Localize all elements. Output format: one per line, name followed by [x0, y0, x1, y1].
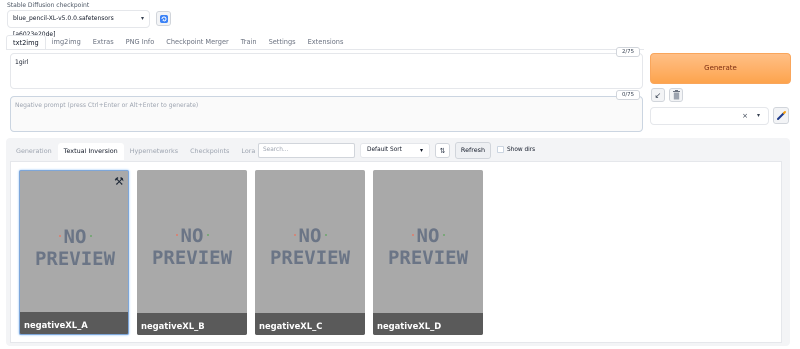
tab-textual-inversion[interactable]: Textual Inversion — [57, 143, 124, 160]
tab-img2img[interactable]: img2img — [46, 35, 87, 50]
refresh-icon — [159, 14, 168, 23]
arrow-down-left-icon: ↙ — [654, 90, 662, 100]
positive-prompt-input[interactable]: 1girl — [10, 53, 643, 89]
tab-train[interactable]: Train — [235, 35, 263, 50]
card-negativexl-c[interactable]: NO PREVIEW negativeXL_C — [255, 170, 365, 335]
card-negativexl-a[interactable]: ⚒ NO PREVIEW negativeXL_A — [19, 170, 129, 335]
tab-extensions[interactable]: Extensions — [302, 35, 350, 50]
show-dirs-checkbox[interactable]: Show dirs — [497, 146, 535, 153]
no-preview-placeholder: NO PREVIEW — [269, 225, 351, 269]
sort-arrows-icon: ⇅ — [439, 146, 446, 155]
chevron-down-icon: ▾ — [140, 15, 144, 22]
positive-prompt-text: 1girl — [15, 59, 29, 66]
card-name: negativeXL_D — [377, 321, 442, 331]
tab-hypernetworks[interactable]: Hypernetworks — [124, 143, 184, 160]
clear-icon[interactable]: × — [742, 112, 748, 120]
tab-checkpoint-merger[interactable]: Checkpoint Merger — [160, 35, 235, 50]
checkpoint-select[interactable]: blue_pencil-XL-v5.0.0.safetensors [a6023… — [7, 10, 150, 38]
tab-checkpoints[interactable]: Checkpoints — [184, 143, 235, 160]
card-name: negativeXL_C — [259, 321, 323, 331]
edit-styles-button[interactable] — [773, 107, 789, 124]
negative-prompt-placeholder: Negative prompt (press Ctrl+Enter or Alt… — [15, 102, 199, 109]
no-preview-placeholder: NO PREVIEW — [387, 225, 469, 269]
tab-png-info[interactable]: PNG Info — [120, 35, 161, 50]
read-params-button[interactable]: ↙ — [651, 88, 665, 102]
chevron-down-icon: ▾ — [756, 112, 760, 119]
sort-value: Default Sort — [367, 147, 402, 153]
tab-txt2img[interactable]: txt2img — [6, 35, 46, 50]
chevron-down-icon: ▾ — [419, 147, 423, 154]
show-dirs-label: Show dirs — [507, 146, 536, 153]
checkpoint-label: Stable Diffusion checkpoint — [7, 2, 90, 9]
sort-direction-button[interactable]: ⇅ — [435, 143, 450, 158]
clear-prompt-button[interactable] — [669, 88, 683, 102]
negative-prompt-input[interactable]: Negative prompt (press Ctrl+Enter or Alt… — [10, 96, 643, 132]
card-name: negativeXL_A — [24, 320, 88, 330]
no-preview-placeholder: NO PREVIEW — [34, 226, 116, 270]
tab-settings[interactable]: Settings — [263, 35, 302, 50]
tools-icon[interactable]: ⚒ — [114, 175, 124, 188]
refresh-cards-button[interactable]: Refresh — [455, 142, 491, 159]
sort-select[interactable]: Default Sort ▾ — [360, 143, 430, 158]
search-input[interactable]: Search... — [258, 143, 355, 158]
negative-token-counter: 0/75 — [616, 90, 640, 100]
no-preview-placeholder: NO PREVIEW — [151, 225, 233, 269]
main-tabs: txt2img img2img Extras PNG Info Checkpoi… — [6, 35, 349, 50]
styles-select[interactable]: × ▾ — [650, 107, 769, 125]
extra-networks-tabs: Generation Textual Inversion Hypernetwor… — [10, 143, 261, 160]
card-negativexl-b[interactable]: NO PREVIEW negativeXL_B — [137, 170, 247, 335]
refresh-checkpoints-button[interactable] — [156, 11, 171, 26]
tab-divider — [6, 49, 644, 50]
checkbox-icon — [497, 146, 504, 153]
trash-icon — [672, 90, 680, 100]
card-name: negativeXL_B — [141, 321, 205, 331]
card-negativexl-d[interactable]: NO PREVIEW negativeXL_D — [373, 170, 483, 335]
tab-generation[interactable]: Generation — [10, 143, 58, 160]
positive-token-counter: 2/75 — [616, 47, 640, 57]
tab-extras[interactable]: Extras — [87, 35, 120, 50]
generate-button[interactable]: Generate — [650, 53, 791, 84]
pencil-icon — [776, 111, 786, 120]
